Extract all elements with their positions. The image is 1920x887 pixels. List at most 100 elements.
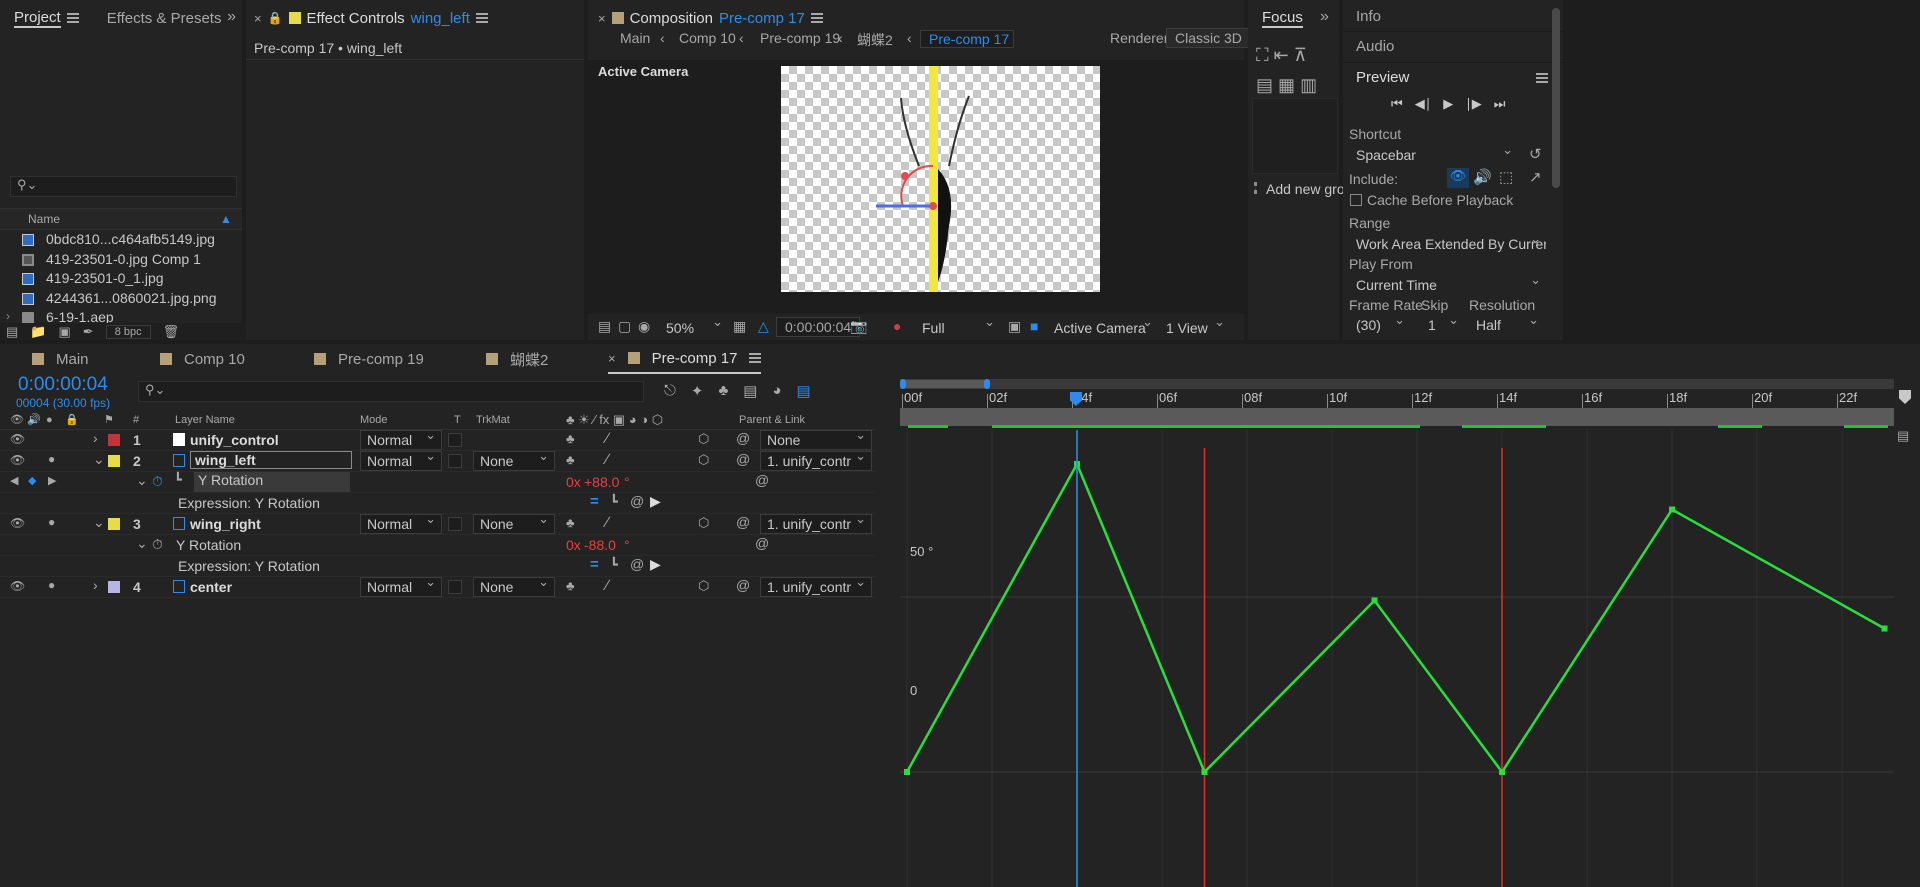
project-list-item[interactable]: 0bdc810...c464afb5149.jpg	[0, 231, 270, 250]
graph-editor-icon[interactable]: ▤	[797, 382, 811, 402]
expression-graph-icon[interactable]: ┗	[610, 494, 618, 510]
time-ruler[interactable]: 00f 02f 04f 06f 08f 10f 12f 14f 16f 18f 20f 22f	[900, 390, 1894, 408]
timeline-search-input[interactable]: ⚲⌄	[138, 381, 644, 402]
distribute-left-icon[interactable]: ▤	[1256, 70, 1273, 100]
renderer-button[interactable]: Classic 3D	[1166, 28, 1251, 48]
expand-chevron-icon[interactable]: ⌄	[93, 451, 105, 468]
frame-blending-icon[interactable]: ▤	[743, 382, 757, 402]
value-graph-curve[interactable]	[905, 461, 1886, 775]
3d-layer-cube-icon[interactable]: ⬡	[698, 452, 709, 468]
breadcrumb-comp-10[interactable]: Comp 10	[679, 30, 736, 46]
expression-pick-whip-icon[interactable]: @	[630, 556, 644, 572]
timeline-tab[interactable]: 蝴蝶2	[486, 344, 548, 374]
work-area-end-handle[interactable]	[984, 379, 990, 389]
solo-dot-icon[interactable]: ●	[48, 515, 55, 529]
solo-dot-icon[interactable]: ●	[48, 578, 55, 592]
play-from-dropdown[interactable]: Current Time	[1349, 275, 1547, 295]
interpret-footage-icon[interactable]: ▤	[6, 324, 18, 340]
snapshot-icon[interactable]: ▤	[598, 318, 611, 335]
resolution-dropdown[interactable]: Half	[1469, 315, 1545, 335]
timeline-tab[interactable]: Pre-comp 19	[314, 344, 424, 374]
export-icon[interactable]: ↗	[1529, 168, 1542, 186]
column-name[interactable]: Name	[28, 212, 60, 226]
add-new-group-button[interactable]: Add new grou	[1266, 181, 1352, 197]
composition-flowchart-icon[interactable]: ⎋	[664, 382, 676, 402]
property-row[interactable]: ⌄ ⏱ Y Rotation 0x -88.0 ° @	[0, 535, 875, 556]
tab-project[interactable]: Project	[0, 0, 89, 36]
graph-editor-canvas[interactable]	[900, 430, 1894, 887]
track-matte-dropdown[interactable]: None	[473, 577, 555, 597]
zoom-slider-handle[interactable]	[1899, 390, 1911, 404]
parent-pick-whip-icon[interactable]: @	[736, 577, 750, 593]
pick-whip-icon[interactable]: @	[755, 535, 769, 551]
camera-icon[interactable]: 📷	[850, 318, 867, 335]
shortcut-dropdown[interactable]: Spacebar	[1349, 145, 1519, 165]
shy-switch-icon[interactable]: ♣	[566, 431, 575, 446]
graph-keyframe[interactable]	[1881, 625, 1888, 632]
distribute-right-icon[interactable]: ▥	[1300, 70, 1317, 100]
tab-focus[interactable]: Focus	[1254, 0, 1311, 36]
label-color-swatch[interactable]	[108, 518, 120, 530]
parent-pick-whip-icon[interactable]: @	[736, 430, 750, 446]
blend-mode-dropdown[interactable]: Normal	[360, 430, 442, 450]
rotation-handle[interactable]	[901, 172, 909, 180]
parent-pick-whip-icon[interactable]: @	[736, 451, 750, 467]
info-panel-header[interactable]: Info	[1356, 8, 1381, 25]
hide-shy-layers-icon[interactable]: ♣	[718, 382, 728, 402]
header-layer-name[interactable]: Layer Name	[175, 414, 235, 426]
distribute-center-icon[interactable]: ▦	[1278, 70, 1295, 100]
rotation-arc[interactable]	[900, 164, 934, 207]
project-list-item[interactable]: 4244361...0860021.jpg.png	[0, 290, 270, 309]
label-color-swatch[interactable]	[108, 455, 120, 467]
include-video-icon[interactable]: 👁	[1447, 168, 1469, 188]
expand-chevron-icon[interactable]: ⌄	[136, 472, 148, 489]
solo-dot-icon[interactable]: ●	[48, 452, 55, 466]
brush-icon[interactable]: ✒	[83, 324, 94, 340]
expression-language-menu-icon[interactable]: ▶	[650, 556, 661, 573]
panel-menu-icon[interactable]	[475, 13, 488, 23]
label-color-swatch[interactable]	[108, 434, 120, 446]
expression-row[interactable]: Expression: Y Rotation = ┗ @ ▶	[0, 493, 875, 514]
tab-effect-controls[interactable]: × 🔒 Effect Controls wing_left	[246, 0, 498, 36]
visibility-eye-icon[interactable]: 👁	[10, 432, 25, 446]
graph-snap-icon[interactable]: ▤	[1897, 428, 1909, 444]
work-area-bar[interactable]	[900, 379, 1894, 389]
trash-icon[interactable]: 🗑	[163, 324, 180, 340]
blend-mode-dropdown[interactable]: Normal	[360, 514, 442, 534]
graph-keyframe[interactable]	[904, 769, 910, 775]
mask-icon[interactable]: ◉	[638, 318, 650, 335]
shy-switch-icon[interactable]: ♣	[566, 515, 575, 530]
timeline-tab[interactable]: Comp 10	[160, 344, 245, 374]
region-of-interest-icon[interactable]: ■	[1030, 318, 1038, 334]
new-folder-icon[interactable]: 📁	[30, 324, 46, 340]
3d-layer-cube-icon[interactable]: ⬡	[698, 515, 709, 531]
tab-effects-presets[interactable]: Effects & Presets	[89, 0, 232, 36]
layer-row[interactable]: 👁 ● › 4 center Normal None ♣ ∕ ⬡ @1. unify_contr	[0, 577, 875, 598]
close-icon[interactable]: ×	[254, 11, 262, 26]
quality-switch-icon[interactable]: ∕	[606, 514, 609, 531]
current-timecode[interactable]: 0:00:00:04	[18, 374, 108, 396]
previous-keyframe-icon[interactable]: ◀	[10, 474, 18, 487]
quality-switch-icon[interactable]: ∕	[606, 430, 609, 447]
preserve-transparency-checkbox[interactable]	[448, 517, 462, 531]
skip-dropdown[interactable]: 1	[1421, 315, 1465, 335]
last-frame-icon[interactable]: ⏭	[1494, 96, 1506, 114]
expand-chevron-icon[interactable]: ⌄	[93, 514, 105, 531]
view-layout-dropdown[interactable]: 1 View	[1160, 318, 1230, 338]
parent-link-dropdown[interactable]: 1. unify_contr	[760, 451, 872, 471]
reset-icon[interactable]: ↺	[1529, 145, 1542, 163]
track-matte-dropdown[interactable]: None	[473, 451, 555, 471]
chevron-double-right-icon[interactable]: »	[1320, 8, 1329, 26]
3d-layer-cube-icon[interactable]: ⬡	[698, 578, 709, 594]
shy-switch-icon[interactable]: ♣	[566, 452, 575, 467]
layer-name[interactable]: unify_control	[190, 432, 279, 448]
range-dropdown[interactable]: Work Area Extended By Current...	[1349, 234, 1547, 254]
graph-keyframe[interactable]	[1669, 506, 1675, 513]
focus-grip-icon[interactable]	[1254, 182, 1257, 194]
parent-pick-whip-icon[interactable]: @	[736, 514, 750, 530]
preserve-transparency-checkbox[interactable]	[448, 580, 462, 594]
y-axis-handle[interactable]	[929, 66, 938, 292]
close-icon[interactable]: ×	[608, 351, 616, 366]
expression-enable-icon[interactable]: =	[590, 556, 599, 573]
expression-enable-icon[interactable]: =	[590, 493, 599, 510]
